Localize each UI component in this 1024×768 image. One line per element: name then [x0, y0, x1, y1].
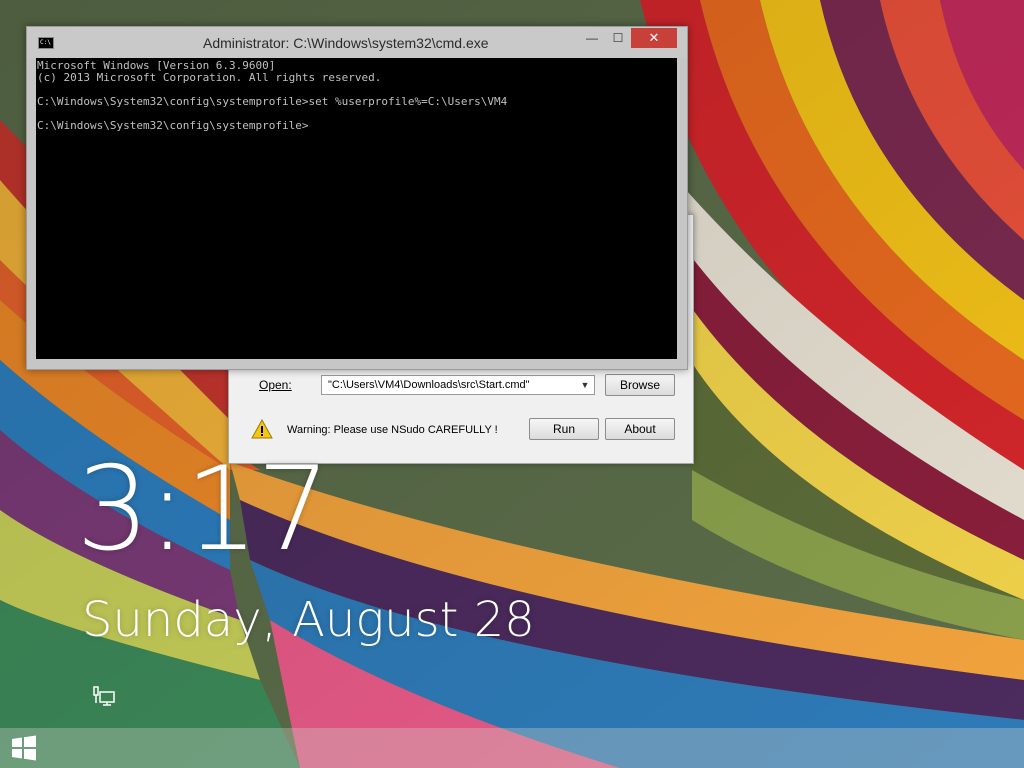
about-button-label: About — [624, 422, 656, 436]
open-label: Open: — [259, 378, 292, 392]
run-button-label: Run — [552, 422, 575, 436]
close-button[interactable]: ✕ — [631, 28, 677, 48]
about-button[interactable]: About — [605, 418, 675, 440]
taskbar — [0, 728, 1024, 768]
minimize-button[interactable]: — — [579, 28, 605, 48]
windows-start-icon[interactable] — [10, 735, 38, 761]
browse-button-label: Browse — [619, 378, 660, 392]
browse-button[interactable]: Browse — [605, 374, 675, 396]
console-line: C:\Windows\System32\config\systemprofile… — [37, 119, 309, 132]
chevron-down-icon[interactable]: ▼ — [576, 376, 594, 394]
cmd-icon[interactable]: C:\ — [38, 37, 54, 49]
cmd-window: C:\ Administrator: C:\Windows\system32\c… — [26, 26, 688, 370]
console-line: (c) 2013 Microsoft Corporation. All righ… — [37, 71, 382, 84]
maximize-button[interactable]: ☐ — [605, 28, 631, 48]
network-icon[interactable] — [92, 685, 116, 707]
lockscreen-date: Sunday, August 28 — [82, 592, 535, 648]
warning-text: Warning: Please use NSudo CAREFULLY ! — [287, 424, 498, 436]
run-button[interactable]: Run — [529, 418, 599, 440]
cmd-window-title: Administrator: C:\Windows\system32\cmd.e… — [203, 35, 489, 51]
open-combobox-value: "C:\Users\VM4\Downloads\src\Start.cmd" — [328, 379, 530, 391]
console-output[interactable]: Microsoft Windows [Version 6.3.9600] (c) … — [36, 58, 677, 359]
lockscreen-time: 3:17 — [76, 442, 330, 577]
console-scrollbar[interactable] — [677, 58, 685, 359]
cmd-titlebar[interactable]: C:\ Administrator: C:\Windows\system32\c… — [27, 27, 687, 58]
console-line: C:\Windows\System32\config\systemprofile… — [37, 95, 508, 108]
warning-icon — [251, 419, 273, 439]
open-combobox[interactable]: "C:\Users\VM4\Downloads\src\Start.cmd" ▼ — [321, 375, 595, 395]
